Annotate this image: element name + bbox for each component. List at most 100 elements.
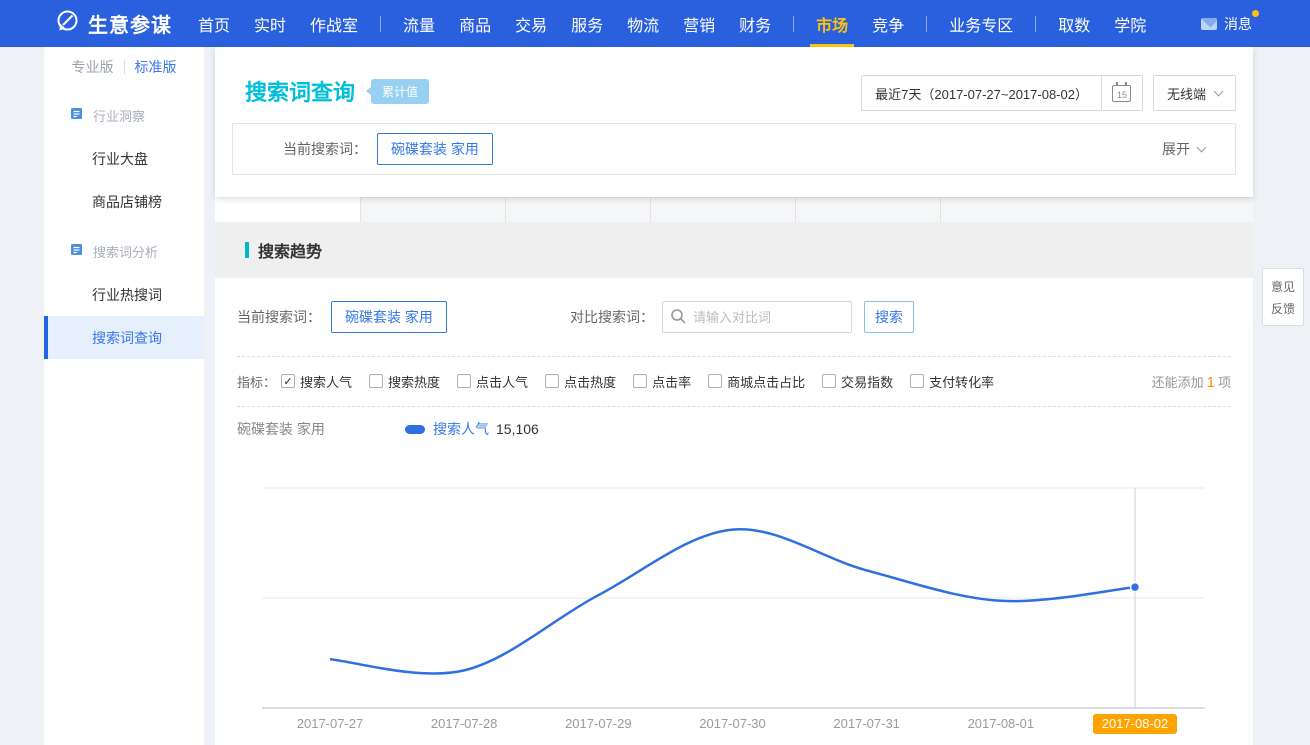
search-icon bbox=[670, 308, 687, 330]
current-term-panel: 当前搜索词： 碗碟套装 家用 展开 bbox=[232, 123, 1236, 175]
search-button[interactable]: 搜索 bbox=[864, 301, 914, 333]
notification-dot bbox=[1252, 10, 1259, 17]
legend-metric-value: 15,106 bbox=[496, 421, 539, 437]
nav-item-财务[interactable]: 财务 bbox=[727, 0, 783, 47]
term-tab-3[interactable] bbox=[505, 197, 650, 222]
trend-chart[interactable]: 2017-07-272017-07-282017-07-292017-07-30… bbox=[215, 478, 1253, 738]
report-icon bbox=[70, 107, 83, 123]
top-nav: 生意参谋 首页实时作战室流量商品交易服务物流营销财务市场竞争业务专区取数学院 消… bbox=[0, 0, 1310, 47]
cumulative-badge: 累计值 bbox=[371, 79, 429, 104]
date-range-picker[interactable]: 最近7天（2017-07-27~2017-08-02） 15 bbox=[861, 75, 1143, 111]
x-axis-label: 2017-07-27 bbox=[297, 716, 364, 731]
term-tab-strip bbox=[215, 197, 1253, 222]
main-content: 搜索词查询 累计值 最近7天（2017-07-27~2017-08-02） 15… bbox=[215, 47, 1253, 745]
sidebar-item-商品店铺榜[interactable]: 商品店铺榜 bbox=[44, 180, 204, 223]
metric-checkbox-点击热度[interactable]: 点击热度 bbox=[545, 372, 616, 391]
section-accent-bar bbox=[245, 242, 249, 258]
metrics-label: 指标： bbox=[237, 372, 276, 391]
trend-chart-svg: 2017-07-272017-07-282017-07-292017-07-30… bbox=[215, 478, 1253, 738]
nav-item-取数[interactable]: 取数 bbox=[1046, 0, 1102, 47]
page-header: 搜索词查询 累计值 最近7天（2017-07-27~2017-08-02） 15… bbox=[215, 47, 1253, 197]
terminal-select[interactable]: 无线端 bbox=[1153, 75, 1236, 111]
metric-checkbox-搜索人气[interactable]: ✓搜索人气 bbox=[281, 372, 352, 391]
x-axis-label: 2017-07-31 bbox=[833, 716, 900, 731]
checkbox-checked-icon[interactable]: ✓ bbox=[281, 374, 295, 388]
sidebar-item-行业热搜词[interactable]: 行业热搜词 bbox=[44, 273, 204, 316]
checkbox-icon[interactable] bbox=[910, 374, 924, 388]
feedback-button[interactable]: 意见 反馈 bbox=[1262, 268, 1304, 326]
nav-item-商品[interactable]: 商品 bbox=[447, 0, 503, 47]
section-band: 搜索趋势 bbox=[215, 222, 1253, 278]
term-tab-1[interactable] bbox=[215, 197, 360, 222]
expand-button[interactable]: 展开 bbox=[1162, 139, 1205, 159]
nav-item-交易[interactable]: 交易 bbox=[503, 0, 559, 47]
sidebar-item-行业大盘[interactable]: 行业大盘 bbox=[44, 137, 204, 180]
x-axis-label: 2017-07-29 bbox=[565, 716, 632, 731]
nav-item-业务专区[interactable]: 业务专区 bbox=[937, 0, 1025, 47]
calendar-icon: 15 bbox=[1112, 85, 1131, 102]
checkbox-icon[interactable] bbox=[708, 374, 722, 388]
metric-checkbox-支付转化率[interactable]: 支付转化率 bbox=[910, 372, 994, 391]
legend-line-marker bbox=[405, 425, 425, 434]
nav-item-学院[interactable]: 学院 bbox=[1102, 0, 1158, 47]
current-term-label: 当前搜索词： bbox=[237, 307, 321, 327]
term-tab-4[interactable] bbox=[650, 197, 795, 222]
date-range-text: 最近7天（2017-07-27~2017-08-02） bbox=[862, 84, 1101, 103]
compare-term-label: 对比搜索词： bbox=[570, 307, 654, 327]
report-icon bbox=[70, 243, 83, 259]
divider bbox=[237, 356, 1231, 357]
nav-item-实时[interactable]: 实时 bbox=[242, 0, 298, 47]
brand[interactable]: 生意参谋 bbox=[55, 9, 172, 38]
term-tab-6[interactable] bbox=[940, 197, 1253, 222]
sidebar-item-搜索词查询[interactable]: 搜索词查询 bbox=[44, 316, 204, 359]
checkbox-icon[interactable] bbox=[822, 374, 836, 388]
divider bbox=[237, 406, 1231, 407]
version-switcher: 专业版 标准版 bbox=[44, 47, 204, 87]
chevron-down-icon bbox=[1214, 86, 1224, 96]
metrics-row: 指标： ✓搜索人气搜索热度点击人气点击热度点击率商城点击占比交易指数支付转化率 … bbox=[237, 368, 1231, 394]
series-term: 碗碟套装 家用 bbox=[237, 419, 405, 439]
nav-menu: 首页实时作战室流量商品交易服务物流营销财务市场竞争业务专区取数学院 bbox=[186, 0, 1158, 47]
expand-label: 展开 bbox=[1162, 139, 1190, 159]
nav-item-服务[interactable]: 服务 bbox=[559, 0, 615, 47]
version-standard[interactable]: 标准版 bbox=[135, 57, 177, 77]
nav-divider bbox=[793, 16, 794, 32]
metric-checkbox-交易指数[interactable]: 交易指数 bbox=[822, 372, 893, 391]
version-pro[interactable]: 专业版 bbox=[72, 57, 114, 77]
page-title: 搜索词查询 bbox=[245, 75, 355, 107]
compass-logo-icon bbox=[55, 9, 79, 38]
current-term-tag[interactable]: 碗碟套装 家用 bbox=[331, 301, 447, 333]
series-legend[interactable]: 搜索人气 15,106 bbox=[405, 419, 539, 439]
metric-checkbox-点击人气[interactable]: 点击人气 bbox=[457, 372, 528, 391]
nav-item-作战室[interactable]: 作战室 bbox=[298, 0, 370, 47]
nav-item-流量[interactable]: 流量 bbox=[391, 0, 447, 47]
metric-checkbox-搜索热度[interactable]: 搜索热度 bbox=[369, 372, 440, 391]
calendar-button[interactable]: 15 bbox=[1102, 85, 1142, 102]
remaining-count: 1 bbox=[1207, 374, 1215, 391]
sidebar-group-行业洞察[interactable]: 行业洞察 bbox=[44, 93, 204, 137]
nav-item-营销[interactable]: 营销 bbox=[671, 0, 727, 47]
nav-item-竞争[interactable]: 竞争 bbox=[860, 0, 916, 47]
checkbox-icon[interactable] bbox=[633, 374, 647, 388]
sidebar: 专业版 标准版 行业洞察行业大盘商品店铺榜搜索词分析行业热搜词搜索词查询 bbox=[44, 47, 204, 745]
nav-item-首页[interactable]: 首页 bbox=[186, 0, 242, 47]
messages-button[interactable]: 消息 bbox=[1201, 14, 1252, 34]
compare-term-input[interactable] bbox=[662, 301, 852, 333]
term-tab-2[interactable] bbox=[360, 197, 505, 222]
sidebar-group-搜索词分析[interactable]: 搜索词分析 bbox=[44, 229, 204, 273]
metric-checkbox-点击率[interactable]: 点击率 bbox=[633, 372, 691, 391]
remaining-hint: 还能添加1项 bbox=[1152, 372, 1231, 391]
terminal-value: 无线端 bbox=[1167, 84, 1206, 103]
trend-endpoint-dot[interactable] bbox=[1131, 583, 1140, 592]
metric-checkbox-商城点击占比[interactable]: 商城点击占比 bbox=[708, 372, 805, 391]
search-trend-card: 当前搜索词： 碗碟套装 家用 对比搜索词： 搜索 指标： ✓ bbox=[215, 278, 1253, 745]
checkbox-icon[interactable] bbox=[457, 374, 471, 388]
term-tab-5[interactable] bbox=[795, 197, 940, 222]
checkbox-icon[interactable] bbox=[369, 374, 383, 388]
nav-item-物流[interactable]: 物流 bbox=[615, 0, 671, 47]
messages-label: 消息 bbox=[1224, 14, 1252, 34]
x-axis-label: 2017-07-30 bbox=[699, 716, 766, 731]
current-term-tag[interactable]: 碗碟套装 家用 bbox=[377, 133, 493, 165]
nav-item-市场[interactable]: 市场 bbox=[804, 0, 860, 47]
checkbox-icon[interactable] bbox=[545, 374, 559, 388]
